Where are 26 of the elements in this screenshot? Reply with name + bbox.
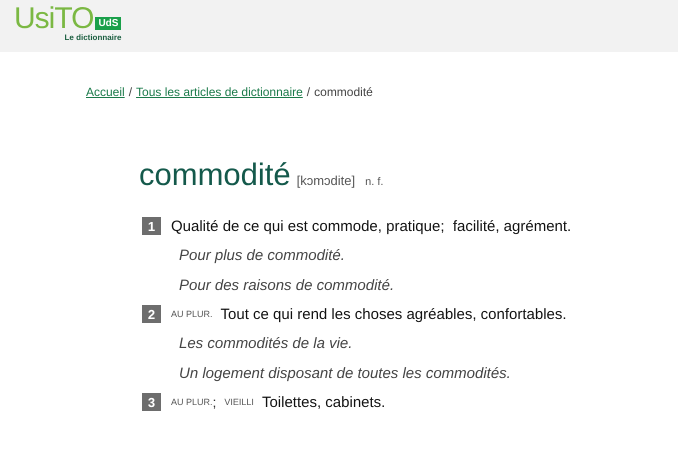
definition: Qualité de ce qui est commode, pratique; facilité, agrément. (171, 218, 572, 234)
breadcrumb-separator: / (128, 85, 132, 99)
logo[interactable]: UsiTO UdS Le dictionnaire (14, 4, 122, 42)
definition: Toilettes, cabinets. (262, 394, 386, 410)
headword: commodité (139, 157, 291, 193)
sense-number: 1 (142, 217, 161, 235)
breadcrumb-separator: / (306, 85, 310, 99)
example-sentence: Pour plus de commodité. (179, 246, 346, 266)
pronunciation: [kɔmɔdite] (296, 173, 356, 188)
example-sentence: Un logement disposant de toutes les commodités. (179, 364, 512, 384)
example-sentence: Les commodités de la vie. (179, 334, 354, 354)
usage-label: AU PLUR. (171, 309, 213, 319)
logo-badge: UdS (95, 16, 122, 30)
breadcrumb-link[interactable]: Tous les articles de dictionnaire (136, 85, 303, 99)
sense-number: 2 (142, 305, 161, 323)
logo-tagline: Le dictionnaire (64, 33, 122, 42)
usage-label: AU PLUR. (171, 397, 213, 407)
definition: Tout ce qui rend les choses agréables, confortables. (220, 306, 567, 322)
usage-separator: ; (212, 394, 216, 410)
grammatical-category: n. f. (365, 176, 384, 188)
breadcrumb-current: commodité (314, 85, 373, 99)
sense-number: 3 (142, 393, 161, 411)
logo-wordmark: UsiTO (14, 4, 94, 34)
breadcrumb-link[interactable]: Accueil (86, 85, 125, 99)
usage-label: VIEILLI (224, 397, 254, 407)
example-sentence: Pour des raisons de commodité. (179, 276, 396, 296)
